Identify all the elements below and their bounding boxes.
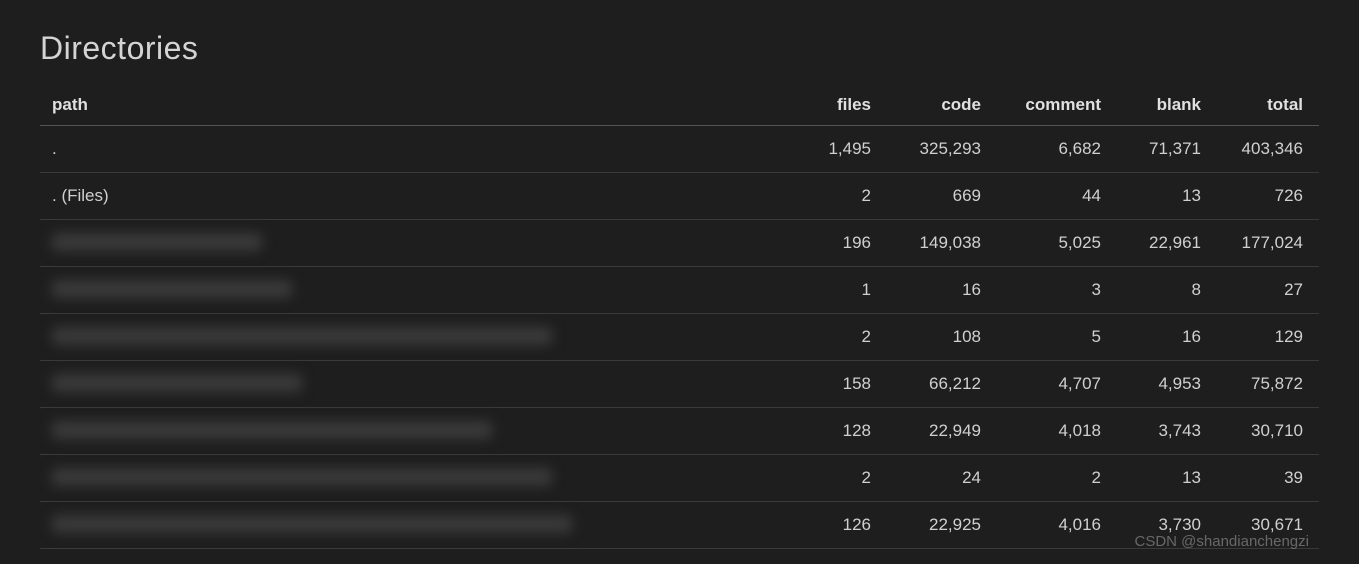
cell-path bbox=[40, 502, 789, 549]
cell-total: 75,872 bbox=[1209, 361, 1319, 408]
cell-code: 16 bbox=[879, 267, 989, 314]
cell-blank: 8 bbox=[1109, 267, 1209, 314]
cell-total: 129 bbox=[1209, 314, 1319, 361]
cell-files: 196 bbox=[789, 220, 879, 267]
cell-total: 403,346 bbox=[1209, 126, 1319, 173]
watermark-text: CSDN @shandianchengzi bbox=[1135, 533, 1310, 550]
cell-blank: 3,743 bbox=[1109, 408, 1209, 455]
cell-comment: 44 bbox=[989, 173, 1109, 220]
cell-code: 149,038 bbox=[879, 220, 989, 267]
table-header-row: path files code comment blank total bbox=[40, 85, 1319, 126]
cell-comment: 4,707 bbox=[989, 361, 1109, 408]
column-header-total[interactable]: total bbox=[1209, 85, 1319, 126]
cell-blank: 4,953 bbox=[1109, 361, 1209, 408]
cell-blank: 13 bbox=[1109, 455, 1209, 502]
cell-files: 1,495 bbox=[789, 126, 879, 173]
cell-comment: 5 bbox=[989, 314, 1109, 361]
cell-comment: 2 bbox=[989, 455, 1109, 502]
cell-files: 126 bbox=[789, 502, 879, 549]
table-row[interactable]: 2108516129 bbox=[40, 314, 1319, 361]
column-header-blank[interactable]: blank bbox=[1109, 85, 1209, 126]
cell-blank: 16 bbox=[1109, 314, 1209, 361]
cell-comment: 4,018 bbox=[989, 408, 1109, 455]
cell-total: 27 bbox=[1209, 267, 1319, 314]
table-row[interactable]: . (Files)26694413726 bbox=[40, 173, 1319, 220]
cell-path bbox=[40, 267, 789, 314]
cell-code: 669 bbox=[879, 173, 989, 220]
cell-total: 726 bbox=[1209, 173, 1319, 220]
table-row[interactable]: 22421339 bbox=[40, 455, 1319, 502]
cell-path: . bbox=[40, 126, 789, 173]
cell-comment: 6,682 bbox=[989, 126, 1109, 173]
cell-total: 30,710 bbox=[1209, 408, 1319, 455]
cell-code: 108 bbox=[879, 314, 989, 361]
cell-code: 24 bbox=[879, 455, 989, 502]
cell-total: 39 bbox=[1209, 455, 1319, 502]
cell-comment: 5,025 bbox=[989, 220, 1109, 267]
cell-blank: 13 bbox=[1109, 173, 1209, 220]
column-header-path[interactable]: path bbox=[40, 85, 789, 126]
cell-path bbox=[40, 314, 789, 361]
cell-path bbox=[40, 408, 789, 455]
cell-code: 325,293 bbox=[879, 126, 989, 173]
cell-files: 1 bbox=[789, 267, 879, 314]
cell-total: 177,024 bbox=[1209, 220, 1319, 267]
column-header-comment[interactable]: comment bbox=[989, 85, 1109, 126]
cell-files: 158 bbox=[789, 361, 879, 408]
cell-files: 128 bbox=[789, 408, 879, 455]
cell-files: 2 bbox=[789, 314, 879, 361]
cell-code: 66,212 bbox=[879, 361, 989, 408]
cell-files: 2 bbox=[789, 455, 879, 502]
cell-comment: 4,016 bbox=[989, 502, 1109, 549]
cell-blank: 22,961 bbox=[1109, 220, 1209, 267]
table-row[interactable]: 15866,2124,7074,95375,872 bbox=[40, 361, 1319, 408]
cell-path: . (Files) bbox=[40, 173, 789, 220]
cell-code: 22,925 bbox=[879, 502, 989, 549]
directories-table: path files code comment blank total .1,4… bbox=[40, 85, 1319, 549]
table-row[interactable]: 196149,0385,02522,961177,024 bbox=[40, 220, 1319, 267]
cell-comment: 3 bbox=[989, 267, 1109, 314]
cell-path bbox=[40, 361, 789, 408]
cell-path bbox=[40, 455, 789, 502]
table-row[interactable]: 12822,9494,0183,74330,710 bbox=[40, 408, 1319, 455]
cell-files: 2 bbox=[789, 173, 879, 220]
table-row[interactable]: 12622,9254,0163,73030,671 bbox=[40, 502, 1319, 549]
table-row[interactable]: .1,495325,2936,68271,371403,346 bbox=[40, 126, 1319, 173]
table-row[interactable]: 1163827 bbox=[40, 267, 1319, 314]
cell-path bbox=[40, 220, 789, 267]
column-header-files[interactable]: files bbox=[789, 85, 879, 126]
column-header-code[interactable]: code bbox=[879, 85, 989, 126]
cell-blank: 71,371 bbox=[1109, 126, 1209, 173]
cell-code: 22,949 bbox=[879, 408, 989, 455]
page-title: Directories bbox=[40, 30, 1319, 67]
